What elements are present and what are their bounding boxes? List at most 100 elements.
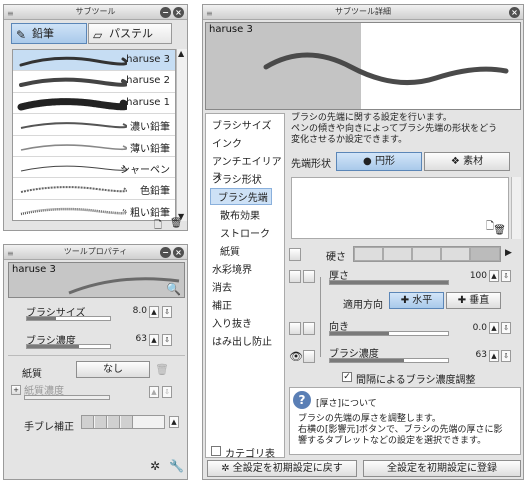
detail-title: サブツール詳細 bbox=[335, 7, 391, 16]
direction-vertical-button[interactable]: ✚ 垂直 bbox=[446, 292, 501, 309]
thickness-value[interactable]: 100 bbox=[459, 271, 487, 281]
category-item[interactable]: インク bbox=[212, 135, 242, 150]
orientation-slider[interactable] bbox=[329, 331, 449, 336]
grip-icon[interactable]: ≡ bbox=[7, 7, 14, 21]
category-item[interactable]: ブラシサイズ bbox=[212, 117, 272, 132]
density-slider[interactable] bbox=[329, 358, 449, 363]
thickness-spinner[interactable]: ▲ bbox=[489, 270, 499, 282]
thickness-effect-icon[interactable] bbox=[289, 270, 301, 283]
category-list: ブラシサイズ インク アンチエイリアス ブラシ形状 ブラシ先端 散布効果 ストロ… bbox=[205, 113, 285, 475]
orientation-link-icon[interactable] bbox=[303, 322, 315, 335]
category-item[interactable]: 入り抜き bbox=[212, 315, 252, 330]
reset-icon: ✲ bbox=[221, 463, 230, 474]
interval-label: 間隔によるブラシ濃度調整 bbox=[356, 375, 476, 386]
list-item[interactable]: haruse 3 bbox=[13, 50, 175, 72]
thickness-slider[interactable] bbox=[329, 280, 449, 285]
category-item[interactable]: ブラシ形状 bbox=[212, 171, 262, 186]
pressure-icon[interactable]: ⇩ bbox=[162, 334, 172, 346]
thickness-link-icon[interactable] bbox=[303, 270, 315, 283]
stroke-preview-icon bbox=[19, 78, 127, 88]
category-display-checkbox[interactable] bbox=[211, 446, 221, 456]
stabilizer-spinner[interactable]: ▲ bbox=[169, 416, 179, 428]
scroll-up-icon[interactable]: ▲ bbox=[178, 49, 184, 58]
minimize-icon[interactable]: − bbox=[160, 247, 171, 258]
category-item[interactable]: 消去 bbox=[212, 279, 232, 294]
stabilizer-bar[interactable] bbox=[81, 415, 165, 429]
pressure-icon[interactable]: ⇩ bbox=[162, 386, 172, 398]
density-value[interactable]: 63 bbox=[459, 350, 487, 360]
orientation-effect-icon[interactable] bbox=[289, 322, 301, 335]
pressure-icon[interactable]: ⇩ bbox=[501, 322, 511, 334]
list-item[interactable]: 薄い鉛筆 bbox=[13, 135, 175, 157]
tip-shape-material-button[interactable]: ❖ 素材 bbox=[424, 152, 510, 171]
stroke-preview-icon bbox=[20, 186, 127, 194]
density-link-icon[interactable] bbox=[303, 350, 315, 363]
minimize-icon[interactable]: − bbox=[160, 7, 171, 18]
brush-size-spinner[interactable]: ▲ bbox=[149, 306, 159, 318]
hardness-arrow-icon[interactable]: ▶ bbox=[505, 248, 512, 258]
tab-pencil[interactable]: ✎ 鉛筆 bbox=[11, 23, 87, 44]
direction-horizontal-button[interactable]: ✚ 水平 bbox=[389, 292, 444, 309]
pressure-icon[interactable]: ⇩ bbox=[162, 306, 172, 318]
visibility-eye-icon[interactable]: 👁 bbox=[289, 350, 303, 363]
category-item[interactable]: はみ出し防止 bbox=[212, 333, 272, 348]
subtool-titlebar[interactable]: ≡ サブツール − × bbox=[4, 5, 187, 20]
hardness-bar[interactable] bbox=[353, 246, 501, 262]
brush-size-slider[interactable] bbox=[26, 316, 111, 321]
detail-titlebar[interactable]: ≡ サブツール詳細 × bbox=[203, 5, 523, 20]
orientation-spinner[interactable]: ▲ bbox=[489, 322, 499, 334]
category-item[interactable]: 紙質 bbox=[220, 243, 240, 258]
help-text: ブラシの先端の厚さを調整します。 右横の[影響元]ボタンで、ブラシの先端の厚さに… bbox=[298, 414, 503, 446]
expand-icon[interactable]: + bbox=[11, 385, 21, 395]
interval-checkbox[interactable]: ✓ bbox=[342, 372, 352, 382]
close-icon[interactable]: × bbox=[509, 7, 520, 18]
brush-size-value[interactable]: 8.0 bbox=[119, 306, 147, 316]
zoom-icon[interactable]: 🔍 bbox=[166, 282, 181, 296]
detail-scrollbar[interactable] bbox=[511, 177, 521, 239]
toolprop-titlebar[interactable]: ≡ ツールプロパティ − × bbox=[4, 245, 187, 260]
wrench-icon[interactable]: 🔧 bbox=[169, 459, 184, 473]
list-item[interactable]: haruse 1 bbox=[13, 92, 175, 115]
pressure-icon[interactable]: ⇩ bbox=[501, 350, 511, 362]
paper-density-spinner[interactable]: ▲ bbox=[149, 386, 159, 398]
list-item[interactable]: 色鉛筆 bbox=[13, 178, 175, 200]
close-icon[interactable]: × bbox=[173, 247, 184, 258]
list-item[interactable]: シャーペン bbox=[13, 156, 175, 179]
brush-name: haruse 3 bbox=[126, 54, 170, 65]
category-item[interactable]: 補正 bbox=[212, 297, 232, 312]
toolprop-title: ツールプロパティ bbox=[63, 247, 128, 256]
pressure-icon[interactable]: ⇩ bbox=[501, 270, 511, 282]
density-spinner[interactable]: ▲ bbox=[489, 350, 499, 362]
brush-density-spinner[interactable]: ▲ bbox=[149, 334, 159, 346]
register-all-button[interactable]: 全設定を初期設定に登録 bbox=[363, 460, 521, 477]
brush-name: haruse 1 bbox=[126, 96, 170, 108]
trash-icon[interactable]: 🗑 bbox=[493, 225, 506, 236]
orientation-value[interactable]: 0.0 bbox=[459, 323, 487, 333]
brush-density-slider[interactable] bbox=[26, 344, 111, 349]
brush-density-value[interactable]: 63 bbox=[119, 334, 147, 344]
hardness-effect-icon[interactable] bbox=[289, 248, 301, 261]
category-item-selected[interactable]: ブラシ先端 bbox=[210, 188, 272, 205]
new-page-icon[interactable]: 🗋 bbox=[154, 218, 162, 235]
list-item[interactable]: haruse 2 bbox=[13, 71, 175, 93]
trash-icon[interactable]: 🗑 bbox=[170, 218, 183, 229]
close-icon[interactable]: × bbox=[173, 7, 184, 18]
reset-all-button[interactable]: ✲ 全設定を初期設定に戻す bbox=[207, 460, 357, 477]
brush-name: haruse 2 bbox=[126, 75, 170, 87]
list-item[interactable]: 粗い鉛筆 bbox=[13, 199, 175, 220]
trash-icon[interactable]: 🗑 bbox=[155, 363, 169, 376]
horizontal-icon: ✚ bbox=[400, 295, 410, 306]
loading-icon[interactable]: ✲ bbox=[150, 459, 160, 473]
category-item[interactable]: 水彩境界 bbox=[212, 261, 252, 276]
list-item[interactable]: 濃い鉛筆 bbox=[13, 114, 175, 136]
subtool-scrollbar[interactable]: ▲ ▼ bbox=[176, 49, 187, 221]
category-item[interactable]: 散布効果 bbox=[220, 207, 260, 222]
category-item[interactable]: ストローク bbox=[220, 225, 270, 240]
grip-icon[interactable]: ≡ bbox=[206, 7, 213, 21]
grip-icon[interactable]: ≡ bbox=[7, 247, 14, 261]
tip-shape-circle-button[interactable]: ● 円形 bbox=[336, 152, 422, 171]
paper-select[interactable]: なし bbox=[76, 361, 150, 378]
tab-pastel[interactable]: ▱ パステル bbox=[88, 23, 172, 44]
paper-density-slider[interactable] bbox=[24, 395, 110, 400]
brush-name: 濃い鉛筆 bbox=[130, 122, 170, 134]
